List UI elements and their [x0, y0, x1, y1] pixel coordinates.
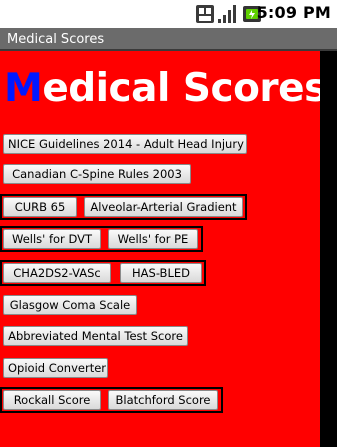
opioid-converter-button[interactable]: Opioid Converter: [3, 358, 108, 378]
status-time: 5:09 PM: [256, 3, 331, 22]
aa-gradient-button[interactable]: Alveolar-Arterial Gradient: [84, 197, 243, 217]
title-bar: Medical Scores: [0, 28, 337, 51]
rockall-score-button[interactable]: Rockall Score: [3, 390, 101, 410]
glasgow-coma-scale-button[interactable]: Glasgow Coma Scale: [3, 295, 137, 315]
signal-icon: [218, 5, 236, 23]
wells-pe-button[interactable]: Wells' for PE: [108, 229, 198, 249]
page-heading-rest: edical Scores: [42, 66, 327, 111]
scrollbar-track: [320, 51, 337, 447]
page-heading: Medical Scores: [4, 65, 327, 113]
main-content: Medical Scores NICE Guidelines 2014 - Ad…: [0, 51, 327, 447]
nice-head-injury-button[interactable]: NICE Guidelines 2014 - Adult Head Injury: [3, 134, 247, 154]
amts-button[interactable]: Abbreviated Mental Test Score: [3, 326, 188, 346]
cha2ds2-vasc-button[interactable]: CHA2DS2-VASc: [3, 263, 111, 283]
blatchford-score-button[interactable]: Blatchford Score: [108, 390, 218, 410]
storage-icon: [196, 5, 214, 23]
curb65-button[interactable]: CURB 65: [3, 197, 77, 217]
status-bar: 5:09 PM: [0, 0, 337, 28]
window-title: Medical Scores: [7, 32, 105, 47]
page-heading-initial: M: [4, 66, 43, 111]
canadian-cspine-button[interactable]: Canadian C-Spine Rules 2003: [3, 164, 191, 184]
has-bled-button[interactable]: HAS-BLED: [120, 263, 202, 283]
wells-dvt-button[interactable]: Wells' for DVT: [3, 229, 101, 249]
